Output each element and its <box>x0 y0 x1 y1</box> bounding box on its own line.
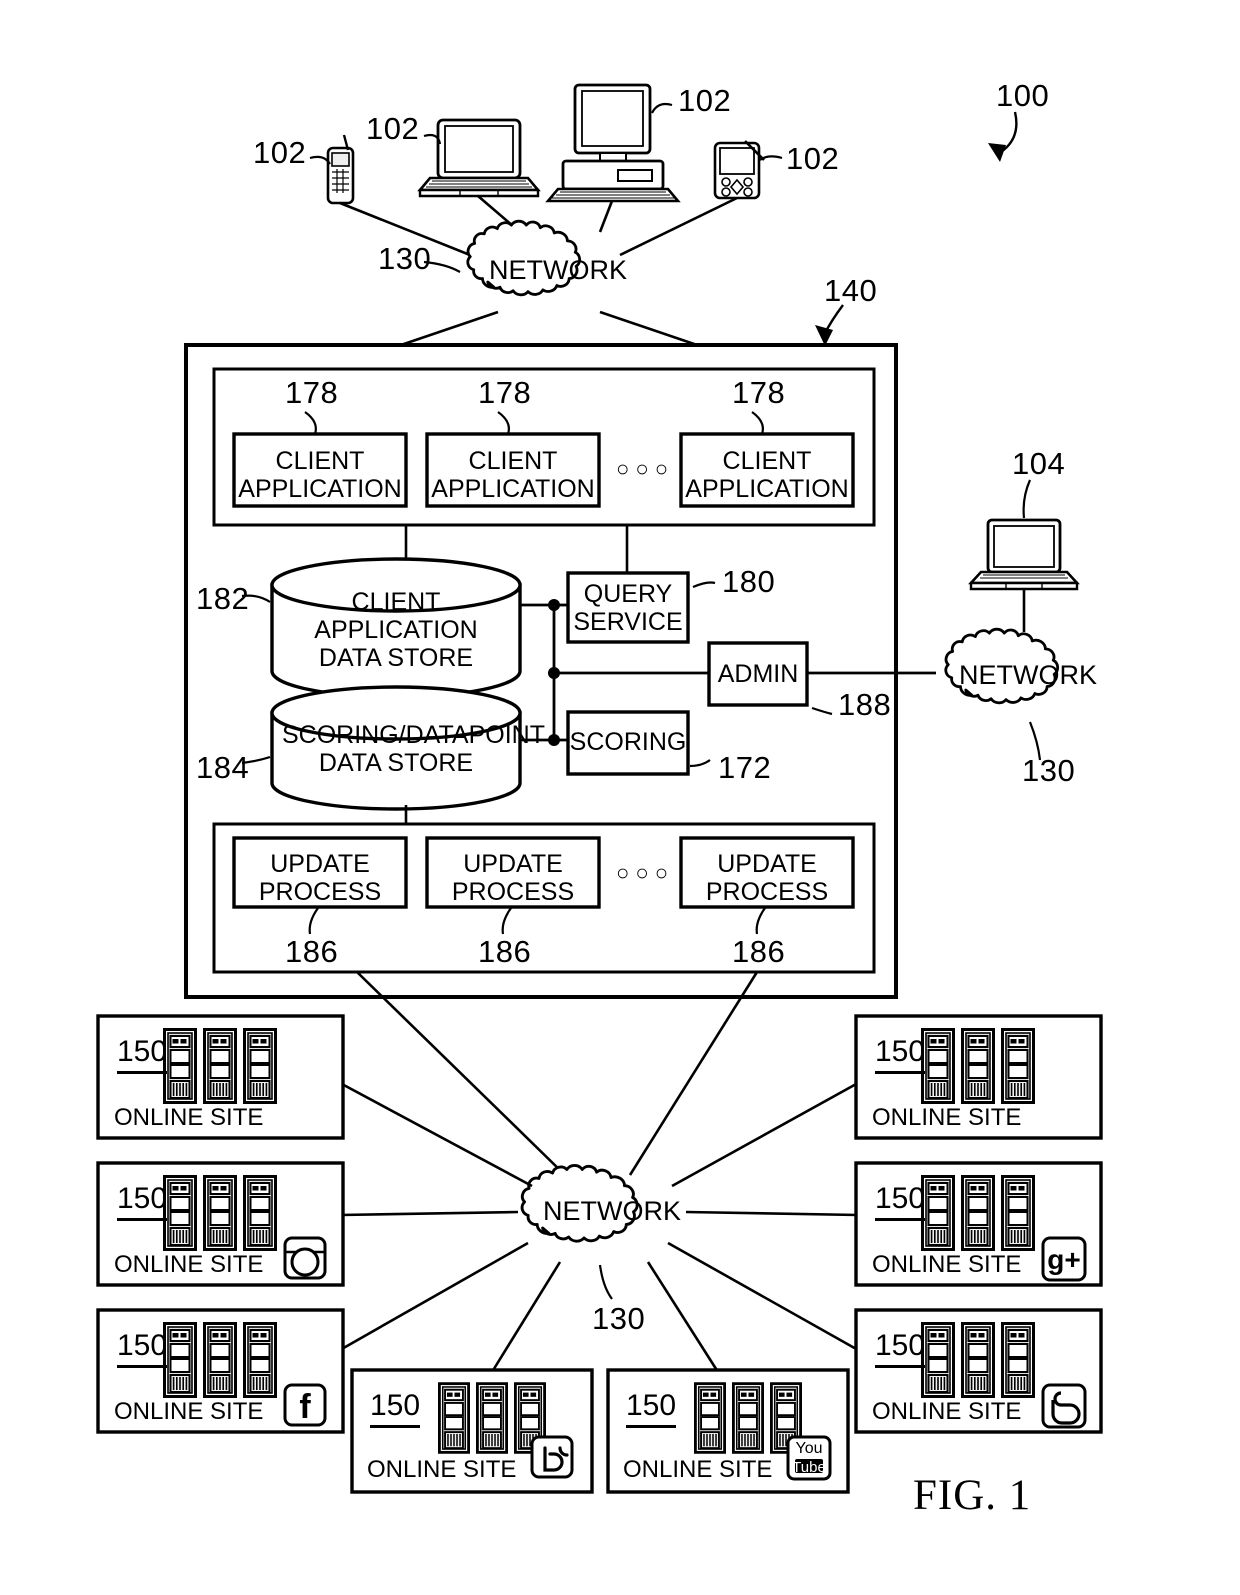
ref-178-1: 178 <box>285 375 339 410</box>
ref-186-1: 186 <box>285 934 339 969</box>
bus-junction-bottom <box>548 734 560 746</box>
scoring-datapoint-data-store-label: SCORING/DATAPOINT DATA STORE <box>282 721 545 777</box>
laptop-icon <box>417 118 541 198</box>
server-racks-site-3 <box>163 1322 277 1398</box>
ref-102-pda: 102 <box>786 141 840 176</box>
ref-172: 172 <box>718 750 772 785</box>
patent-figure-1: 100 102 102 102 102 NETWORK 130 140 178 … <box>0 0 1240 1595</box>
client-application-data-store-label: CLIENT APPLICATION DATA STORE <box>314 588 478 672</box>
online-site-label-2: ONLINE SITE <box>114 1251 264 1278</box>
ref-130-top: 130 <box>378 241 432 276</box>
client-application-label-2: CLIENT APPLICATION <box>431 447 595 503</box>
desktop-computer-icon <box>545 83 681 203</box>
online-site-label-1: ONLINE SITE <box>114 1104 264 1131</box>
server-racks-site-5 <box>694 1382 802 1454</box>
leader-line-130-bottom <box>598 1264 613 1300</box>
system-ref-arrow-140 <box>815 304 844 346</box>
ref-186-2: 186 <box>478 934 532 969</box>
ref-150-site-4: 150 <box>370 1389 421 1428</box>
update-process-label-3: UPDATE PROCESS <box>705 850 829 906</box>
ref-102-laptop: 102 <box>366 111 420 146</box>
figure-caption: FIG. 1 <box>913 1472 1032 1519</box>
client-application-label-1: CLIENT APPLICATION <box>238 447 402 503</box>
bus-junction-mid <box>548 667 560 679</box>
online-site-label-6: ONLINE SITE <box>872 1104 1022 1131</box>
online-site-label-7: ONLINE SITE <box>872 1251 1022 1278</box>
ref-140: 140 <box>824 273 878 308</box>
network-label-top: NETWORK <box>489 255 627 285</box>
query-service-label: QUERY SERVICE <box>573 580 683 636</box>
server-racks-site-6 <box>921 1028 1035 1104</box>
youtube-icon-bottom-glyph: Tube <box>792 1459 826 1476</box>
ref-150-site-5: 150 <box>626 1389 677 1428</box>
network-label-bottom: NETWORK <box>543 1196 681 1226</box>
admin-laptop-icon <box>968 518 1080 591</box>
ref-100: 100 <box>996 78 1050 113</box>
ref-102-desktop: 102 <box>678 83 732 118</box>
online-site-label-5: ONLINE SITE <box>623 1456 773 1483</box>
ref-150-site-8: 150 <box>875 1329 926 1368</box>
server-racks-site-1 <box>163 1028 277 1104</box>
update-process-label-2: UPDATE PROCESS <box>451 850 575 906</box>
online-site-label-8: ONLINE SITE <box>872 1398 1022 1425</box>
server-racks-site-7 <box>921 1175 1035 1251</box>
instagram-icon <box>283 1236 327 1280</box>
ref-178-2: 178 <box>478 375 532 410</box>
leader-line-104 <box>1022 479 1032 519</box>
ref-150-site-3: 150 <box>117 1329 168 1368</box>
scoring-label: SCORING <box>569 728 687 756</box>
ref-182: 182 <box>196 581 250 616</box>
ref-186-3: 186 <box>732 934 786 969</box>
ref-150-site-7: 150 <box>875 1182 926 1221</box>
system-ref-arrow-100 <box>988 111 1018 162</box>
blogger-icon <box>1041 1383 1087 1429</box>
admin-label: ADMIN <box>717 660 799 688</box>
mobile-phone-icon <box>326 134 355 205</box>
ref-178-3: 178 <box>732 375 786 410</box>
diagram-vector-layer <box>96 83 1103 1494</box>
ref-150-site-1: 150 <box>117 1035 168 1074</box>
ref-150-site-2: 150 <box>117 1182 168 1221</box>
network-label-right: NETWORK <box>959 660 1097 690</box>
facebook-icon-glyph: f <box>299 1388 311 1426</box>
youtube-icon-top-glyph: You <box>795 1440 823 1457</box>
googleplus-icon-glyph: g+ <box>1047 1244 1081 1275</box>
server-racks-site-8 <box>921 1322 1035 1398</box>
ref-104: 104 <box>1012 446 1066 481</box>
ref-180: 180 <box>722 564 776 599</box>
server-racks-site-2 <box>163 1175 277 1251</box>
client-application-ellipsis: ○ ○ ○ <box>615 456 669 481</box>
ref-150-site-6: 150 <box>875 1035 926 1074</box>
system-bottom-network-links <box>356 971 759 1176</box>
online-site-label-3: ONLINE SITE <box>114 1398 264 1425</box>
cloud-system-links <box>397 310 701 348</box>
ref-130-right: 130 <box>1022 753 1076 788</box>
pda-icon <box>713 140 765 200</box>
update-process-label-1: UPDATE PROCESS <box>258 850 382 906</box>
twitter-icon <box>530 1435 574 1479</box>
ref-102-phone: 102 <box>253 135 307 170</box>
client-application-label-3: CLIENT APPLICATION <box>685 447 849 503</box>
update-process-ellipsis: ○ ○ ○ <box>615 860 669 885</box>
ref-188: 188 <box>838 687 892 722</box>
online-site-label-4: ONLINE SITE <box>367 1456 517 1483</box>
ref-130-bottom: 130 <box>592 1301 646 1336</box>
server-racks-site-4 <box>438 1382 546 1454</box>
bus-junction-top <box>548 599 560 611</box>
ref-184: 184 <box>196 750 250 785</box>
